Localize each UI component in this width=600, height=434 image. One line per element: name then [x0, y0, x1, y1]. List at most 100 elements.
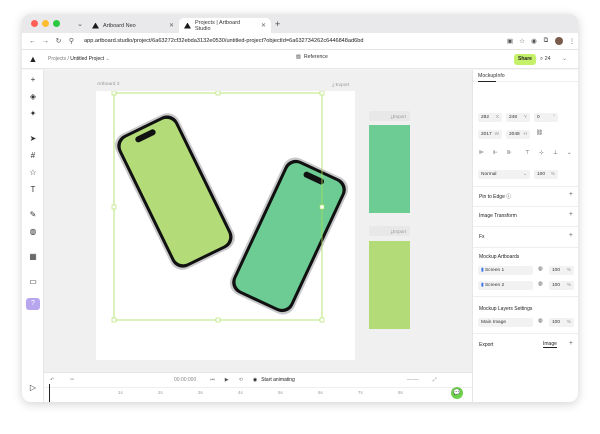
browser-tab-projects[interactable]: Projects | Artboard Studio ✕ [179, 18, 271, 33]
chat-support-icon[interactable]: 💬 [451, 387, 463, 399]
start-animating-button[interactable]: Start animating [261, 377, 295, 383]
add-export-button[interactable]: + [569, 340, 573, 347]
more-vertical-icon[interactable]: ⋮ [566, 37, 578, 45]
fx-header[interactable]: Fx [479, 234, 485, 240]
zoom-slider[interactable]: —◦— [407, 377, 419, 383]
image-format-select[interactable]: Image [543, 341, 557, 348]
play-icon[interactable]: ▷ [26, 382, 40, 394]
browser-tab-artboard-neo[interactable]: Artboard Neo ✕ [87, 18, 179, 33]
resize-handle[interactable] [215, 317, 221, 323]
scissors-icon[interactable]: ✂ [70, 377, 82, 383]
extensions-icon[interactable]: ⧉ [540, 37, 552, 45]
resize-handle[interactable] [319, 90, 325, 96]
cast-icon[interactable]: ▣ [504, 37, 516, 45]
close-icon[interactable]: ✕ [261, 22, 266, 29]
zoom-level[interactable]: ⌕ 24 [540, 56, 551, 63]
image-transform-header[interactable]: Image Transform [479, 213, 517, 219]
artboard-logo-icon[interactable]: ▲ [22, 54, 44, 64]
close-icon[interactable]: ✕ [169, 22, 174, 29]
resize-handle[interactable] [319, 204, 325, 210]
add-icon[interactable]: + [26, 74, 40, 86]
sparkle-icon[interactable]: ✦ [26, 108, 40, 120]
pointer-icon[interactable]: ➤ [26, 133, 40, 145]
main-image-select[interactable]: Main Image [478, 318, 533, 327]
reload-icon[interactable]: ↻ [52, 37, 65, 45]
canvas[interactable]: Artboard 3 ⤓ Export ⤓ Export ⤓ Export [44, 70, 472, 372]
artboard[interactable] [96, 90, 355, 360]
pin-to-edge-header[interactable]: Pin to Edge ⓘ [479, 193, 511, 200]
screen-2-export-button[interactable]: ⤓ Export [369, 226, 410, 236]
playhead[interactable] [49, 384, 50, 402]
grid-icon[interactable]: ▦ [26, 251, 40, 263]
frame-icon[interactable]: # [26, 150, 40, 162]
folder-icon[interactable]: ▭ [26, 276, 40, 288]
screen-1-export-button[interactable]: ⤓ Export [369, 111, 410, 121]
maximize-window-button[interactable] [53, 20, 60, 27]
undo-icon[interactable]: ↶ [50, 377, 62, 383]
expand-icon[interactable]: ⤢ [433, 377, 437, 383]
blend-mode-select[interactable]: Normal ⌄ [478, 170, 530, 179]
new-tab-button[interactable]: + [275, 19, 280, 29]
rotation-field[interactable]: 0 ° [534, 113, 558, 122]
chevron-down-icon[interactable]: ⌄ [567, 150, 572, 156]
resize-handle[interactable] [215, 90, 221, 96]
chevron-down-icon[interactable]: ⌄ [562, 55, 567, 62]
phone-mockup-right[interactable] [226, 153, 353, 319]
timeline-ruler[interactable]: 1s 2s 3s 4s 5s 6s 7s 8s [44, 387, 472, 402]
pen-icon[interactable]: ✎ [26, 209, 40, 221]
add-fx-button[interactable]: + [569, 232, 573, 239]
align-top-icon[interactable]: ⊤ [525, 150, 530, 156]
drop-icon[interactable]: ◍ [26, 226, 40, 238]
breadcrumb[interactable]: Projects / Untitled Project ⌄ [48, 56, 110, 62]
artboard-export-button[interactable]: ⤓ Export [332, 82, 349, 88]
screen-1-artboard[interactable] [369, 125, 410, 213]
tab-info[interactable]: Info [496, 73, 505, 79]
screen-1-select[interactable]: ▮ Screen 1 [478, 266, 533, 275]
resize-handle[interactable] [111, 317, 117, 323]
height-field[interactable]: 2048 H [506, 130, 530, 139]
align-bottom-icon[interactable]: ⊥ [553, 150, 558, 156]
record-icon[interactable]: ◉ [253, 377, 257, 383]
chevron-down-icon[interactable]: ⌄ [73, 20, 87, 28]
close-window-button[interactable] [31, 20, 38, 27]
breadcrumb-parent[interactable]: Projects / [48, 56, 69, 62]
back-arrow-icon[interactable]: ← [26, 38, 39, 45]
align-middle-icon[interactable]: ⊹ [539, 150, 544, 156]
chevron-down-icon[interactable]: ⌄ [106, 56, 110, 62]
x-field[interactable]: 282 X [478, 113, 502, 122]
layers-icon[interactable]: ◈ [26, 91, 40, 103]
bookmark-star-icon[interactable]: ☆ [516, 37, 528, 45]
share-button[interactable]: Share [514, 54, 536, 65]
phone-mockup-left[interactable] [111, 109, 240, 275]
align-left-icon[interactable]: ⊫ [479, 150, 484, 156]
url-field[interactable]: app.artboard.studio/project/6a63272cf32e… [84, 38, 504, 44]
main-image-opacity-field[interactable]: 100% [549, 318, 574, 327]
add-pin-button[interactable]: + [569, 191, 573, 198]
minimize-window-button[interactable] [42, 20, 49, 27]
play-icon[interactable]: ▶ [225, 377, 229, 383]
profile-circle-icon[interactable]: ◉ [528, 37, 540, 45]
resize-handle[interactable] [319, 317, 325, 323]
y-field[interactable]: 248 Y [506, 113, 530, 122]
reference-button[interactable]: ▨ Reference [296, 54, 328, 60]
text-icon[interactable]: T [26, 184, 40, 196]
screen-2-artboard[interactable] [369, 241, 410, 329]
forward-arrow-icon[interactable]: → [39, 38, 52, 45]
screen-2-opacity-field[interactable]: 100% [549, 281, 574, 290]
screen-2-select[interactable]: ▮ Screen 2 [478, 281, 533, 290]
avatar[interactable] [555, 37, 563, 45]
loop-icon[interactable]: ⟲ [239, 377, 243, 383]
screen-1-opacity-field[interactable]: 100% [549, 266, 574, 275]
star-shape-icon[interactable]: ☆ [26, 167, 40, 179]
skip-back-icon[interactable]: ⏮ [210, 377, 215, 383]
resize-handle[interactable] [111, 204, 117, 210]
info-icon[interactable]: ⓘ [506, 194, 511, 200]
resize-handle[interactable] [111, 90, 117, 96]
align-right-icon[interactable]: ⊪ [507, 150, 512, 156]
width-field[interactable]: 2017 W [478, 130, 502, 139]
phone-mockups[interactable] [96, 90, 355, 360]
align-center-icon[interactable]: ⊩ [493, 150, 498, 156]
add-image-transform-button[interactable]: + [569, 211, 573, 218]
site-info-icon[interactable]: ⚲ [65, 37, 78, 45]
help-icon[interactable]: ? [26, 298, 40, 310]
